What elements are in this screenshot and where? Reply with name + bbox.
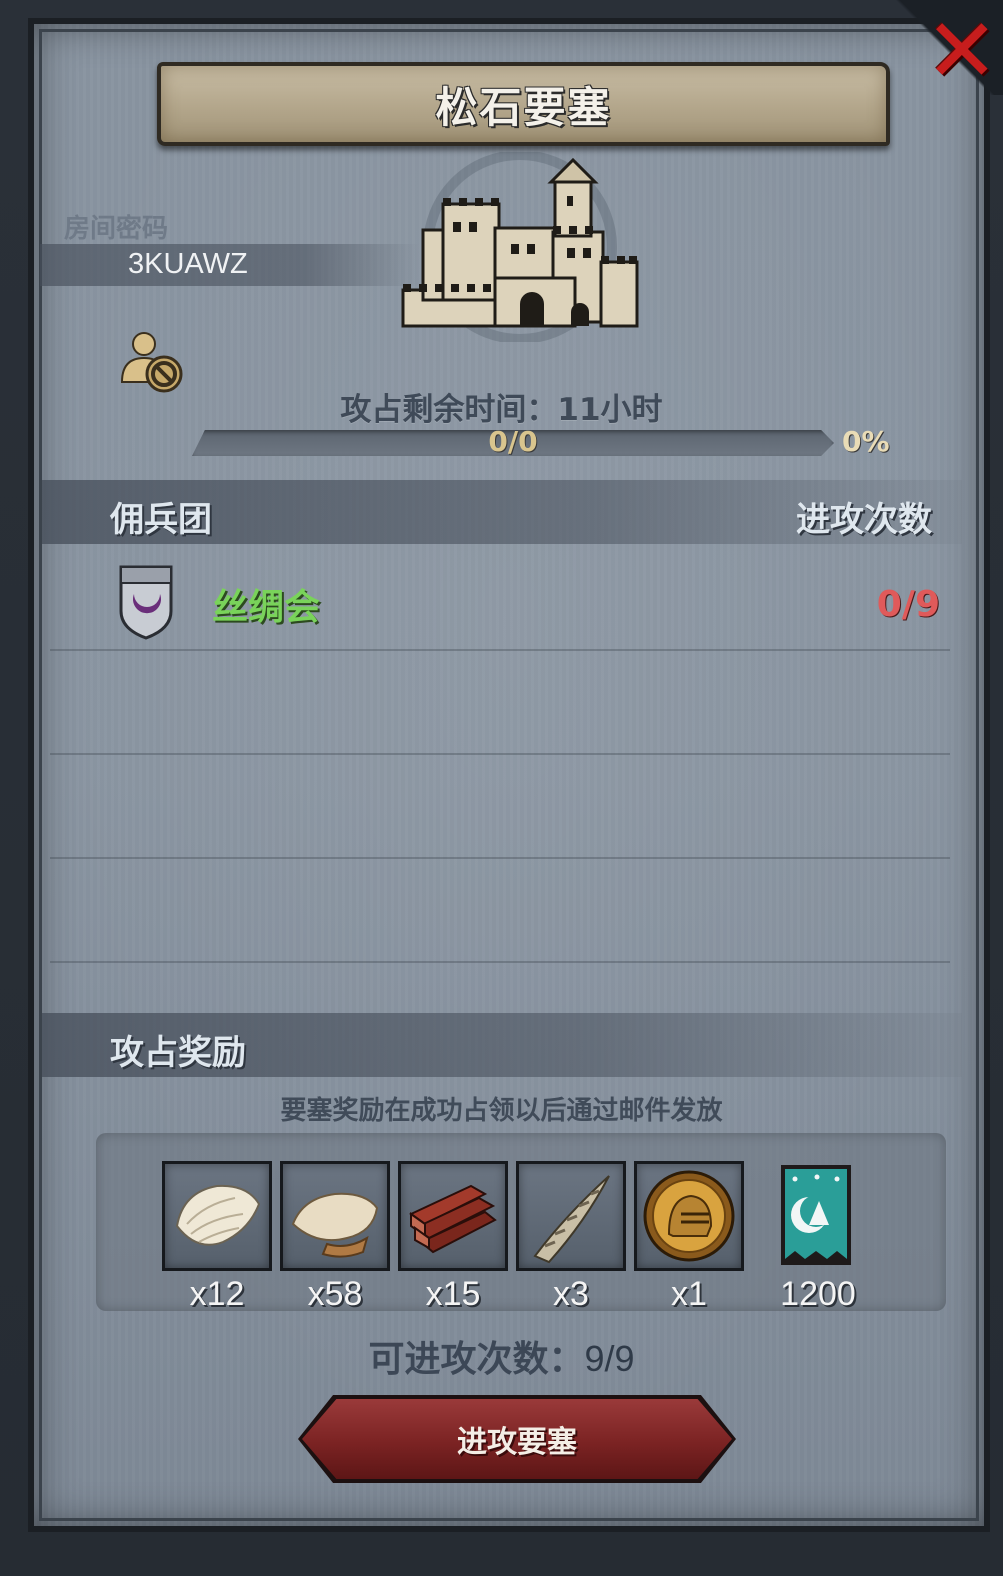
rewards-note: 要塞奖励在成功占领以后通过邮件发放 <box>280 1096 723 1126</box>
capture-time-value: 11小时 <box>557 392 663 428</box>
reward-item-frame <box>162 1161 272 1271</box>
reward-quantity: x12 <box>189 1275 245 1313</box>
guild-row-empty <box>50 651 950 755</box>
attacks-available-value: 9/9 <box>584 1338 635 1379</box>
guild-row[interactable]: 丝绸会 0/9 <box>50 548 950 651</box>
reward-item[interactable]: x3 <box>516 1161 626 1314</box>
page-title: 松石要塞 <box>435 82 612 132</box>
room-code-value[interactable]: 3KUAWZ <box>128 248 248 281</box>
castle-icon <box>401 152 639 342</box>
guild-row-empty <box>50 859 950 963</box>
knight-helmet-medal-icon <box>643 1170 735 1262</box>
attack-count-header: 进攻次数 <box>796 500 932 540</box>
timber-planks-icon <box>409 1184 497 1254</box>
title-banner: 松石要塞 <box>157 62 890 146</box>
reward-item[interactable]: x15 <box>398 1161 508 1314</box>
capture-time-label: 攻占剩余时间： <box>340 392 558 428</box>
close-button[interactable]: ✕ <box>925 7 999 95</box>
capture-progress-count: 0/0 <box>488 425 538 458</box>
room-password-label: 房间密码 <box>64 214 169 244</box>
reward-quantity: x1 <box>671 1275 707 1313</box>
reward-item-frame <box>280 1161 390 1271</box>
reward-quantity: x3 <box>553 1275 589 1313</box>
attack-fortress-button[interactable]: 进攻要塞 <box>302 1399 732 1479</box>
attacks-available-label: 可进攻次数： <box>368 1339 585 1380</box>
reward-item[interactable]: x58 <box>280 1161 390 1314</box>
reward-item-frame <box>398 1161 508 1271</box>
reward-item-frame <box>634 1161 744 1271</box>
reward-item[interactable]: x12 <box>162 1161 272 1314</box>
capture-progress-percent: 0% <box>842 425 890 458</box>
twisted-horn-icon <box>533 1175 610 1264</box>
guild-name: 丝绸会 <box>212 587 321 628</box>
rewards-header: 攻占奖励 <box>110 1033 246 1073</box>
guild-row-empty <box>50 755 950 859</box>
reward-item[interactable]: x1 <box>634 1161 744 1314</box>
reward-quantity: x15 <box>425 1275 481 1313</box>
fur-hide-icon <box>291 1192 379 1258</box>
reward-item-frame <box>516 1161 626 1271</box>
guild-shield-icon <box>119 565 173 640</box>
mercenary-header: 佣兵团 <box>110 500 212 540</box>
reward-quantity: x58 <box>307 1275 363 1313</box>
attacks-available: 可进攻次数：9/9 <box>0 1330 1003 1382</box>
reward-item[interactable]: 1200 <box>763 1161 873 1314</box>
reward-item-frame <box>763 1161 873 1271</box>
attack-fortress-button-label: 进攻要塞 <box>457 1425 577 1460</box>
guild-banner-icon <box>781 1165 851 1265</box>
silk-cloth-icon <box>175 1184 261 1246</box>
close-icon: ✕ <box>925 0 999 102</box>
reward-quantity: 1200 <box>780 1275 856 1313</box>
guild-attack-count: 0/9 <box>876 584 940 625</box>
capture-time-remaining: 攻占剩余时间：11小时 <box>0 384 1003 429</box>
